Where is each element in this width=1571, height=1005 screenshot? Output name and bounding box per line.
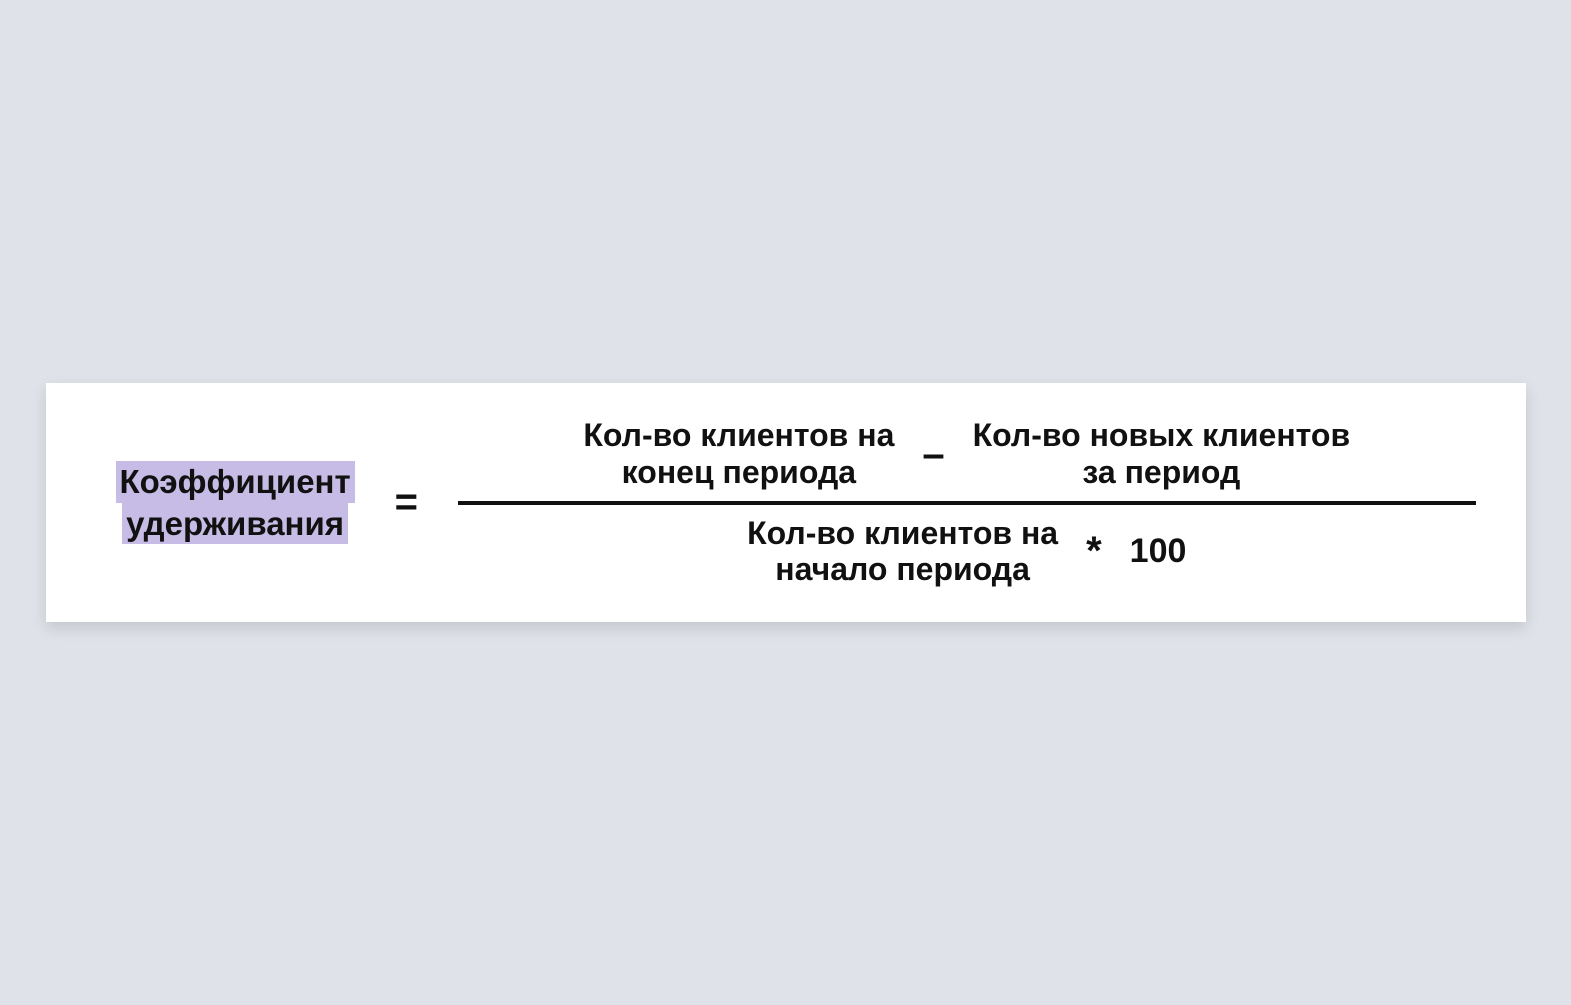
denominator-term-line1: Кол-во клиентов на (747, 515, 1058, 552)
denominator-term-line2: начало периода (747, 551, 1058, 588)
equals-sign: = (395, 480, 418, 525)
numerator: Кол-во клиентов на конец периода – Кол-в… (458, 411, 1475, 497)
formula-card: Коэффициент удерживания = Кол-во клиенто… (46, 383, 1526, 622)
lhs-line2: удерживания (122, 503, 348, 544)
numerator-term2-line2: за период (973, 454, 1351, 491)
lhs-label: Коэффициент удерживания (116, 461, 355, 544)
denominator-term: Кол-во клиентов на начало периода (747, 515, 1058, 589)
fraction: Кол-во клиентов на конец периода – Кол-в… (458, 411, 1475, 594)
numerator-term1-line2: конец периода (583, 454, 894, 491)
times-sign: * (1086, 531, 1102, 571)
numerator-term1: Кол-во клиентов на конец периода (583, 417, 894, 491)
multiplier-value: 100 (1130, 532, 1187, 571)
lhs-line1: Коэффициент (116, 461, 355, 502)
numerator-term2: Кол-во новых клиентов за период (973, 417, 1351, 491)
minus-sign: – (922, 434, 944, 474)
denominator: Кол-во клиентов на начало периода * 100 (458, 509, 1475, 595)
fraction-bar (458, 501, 1475, 505)
numerator-term1-line1: Кол-во клиентов на (583, 417, 894, 454)
numerator-term2-line1: Кол-во новых клиентов (973, 417, 1351, 454)
